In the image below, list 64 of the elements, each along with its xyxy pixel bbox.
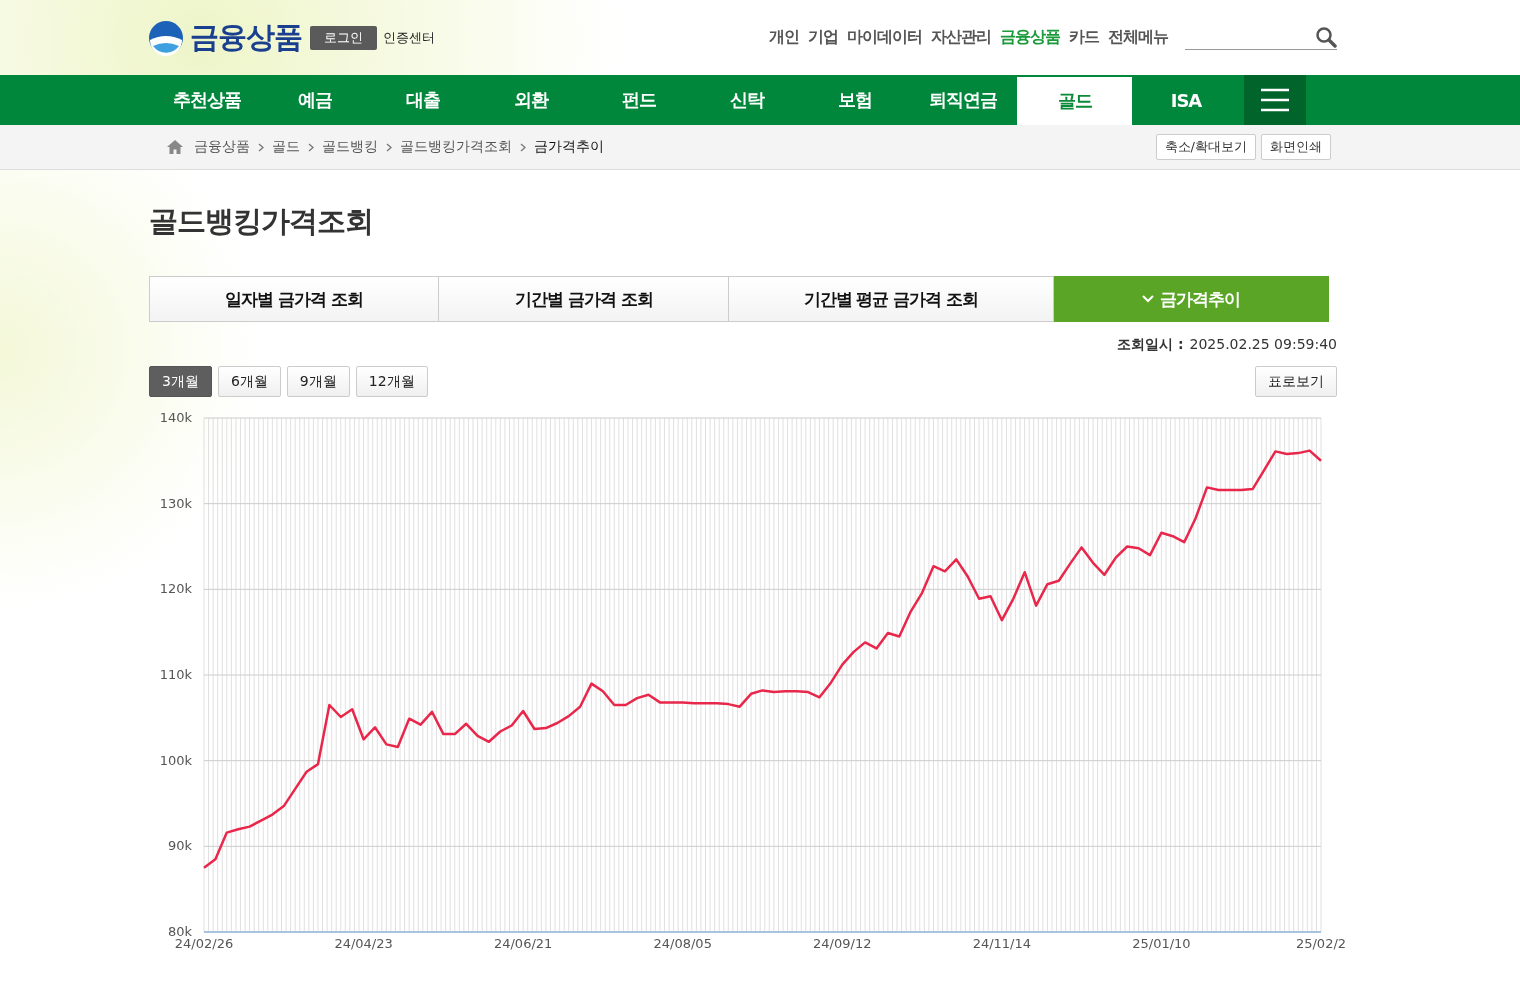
tool-button[interactable]: 화면인쇄 bbox=[1261, 134, 1331, 160]
nav-tab[interactable]: 신탁 bbox=[693, 75, 801, 125]
axis-label: 90k bbox=[167, 838, 192, 854]
top-menu-link[interactable]: 자산관리 bbox=[931, 27, 991, 48]
top-menu-link[interactable]: 전체메뉴 bbox=[1108, 27, 1168, 48]
axis-label: 25/02/2 bbox=[1295, 936, 1347, 951]
table-view-button[interactable]: 표로보기 bbox=[1255, 366, 1337, 397]
axis-label: 24/04/23 bbox=[334, 936, 393, 951]
axis-label: 24/08/05 bbox=[653, 936, 712, 951]
nav-tab[interactable]: ISA bbox=[1132, 75, 1240, 125]
nav-tab[interactable]: 골드 bbox=[1017, 77, 1132, 125]
search-icon[interactable] bbox=[1315, 26, 1337, 48]
axis-label: 25/01/10 bbox=[1132, 936, 1191, 951]
axis-label: 130k bbox=[159, 495, 192, 511]
top-menu-link[interactable]: 기업 bbox=[808, 27, 838, 48]
tab[interactable]: 기간별 평균 금가격 조회 bbox=[728, 276, 1054, 322]
nav-tab[interactable]: 추천상품 bbox=[153, 75, 261, 125]
chevron-down-icon bbox=[1141, 295, 1154, 303]
axis-label: 24/11/14 bbox=[972, 936, 1032, 951]
nav-tab[interactable]: 예금 bbox=[261, 75, 369, 125]
logo-text: 금융상품 bbox=[190, 18, 302, 56]
menu-icon[interactable] bbox=[1261, 88, 1289, 112]
axis-label: 24/09/12 bbox=[813, 936, 872, 951]
home-icon[interactable] bbox=[166, 139, 184, 155]
period-button[interactable]: 9개월 bbox=[286, 366, 350, 397]
login-button[interactable]: 로그인 bbox=[310, 25, 377, 50]
tab[interactable]: 일자별 금가격 조회 bbox=[149, 276, 440, 322]
breadcrumb-link[interactable]: 금융상품 bbox=[194, 138, 250, 156]
axis-label: 120k bbox=[159, 581, 192, 597]
nav-tab[interactable]: 보험 bbox=[801, 75, 909, 125]
axis-label: 24/06/21 bbox=[493, 936, 553, 951]
page-title: 골드뱅킹가격조회 bbox=[149, 203, 374, 240]
axis-label: 24/02/26 bbox=[174, 936, 234, 951]
nav-tab[interactable]: 대출 bbox=[369, 75, 477, 125]
tool-button[interactable]: 축소/확대보기 bbox=[1155, 134, 1256, 160]
top-menu-link[interactable]: 금융상품 bbox=[1000, 27, 1060, 48]
axis-label: 80k bbox=[167, 924, 192, 939]
query-time-value: 2025.02.25 09:59:40 bbox=[1189, 336, 1337, 354]
period-button[interactable]: 3개월 bbox=[149, 366, 212, 397]
nav-tab[interactable]: 펀드 bbox=[585, 75, 693, 125]
top-menu-link[interactable]: 카드 bbox=[1069, 27, 1099, 48]
top-menu-link[interactable]: 개인 bbox=[769, 27, 799, 48]
cert-center-link[interactable]: 인증센터 bbox=[383, 28, 435, 47]
query-time-label: 조회일시 : bbox=[1117, 336, 1184, 354]
breadcrumb-link[interactable]: 골드뱅킹가격조회 bbox=[400, 138, 512, 156]
chevron-icon bbox=[258, 142, 264, 152]
breadcrumb-link[interactable]: 골드 bbox=[272, 138, 300, 156]
search-field[interactable] bbox=[1185, 25, 1337, 50]
menu-button[interactable] bbox=[1244, 75, 1306, 125]
nav-tab[interactable]: 외환 bbox=[477, 75, 585, 125]
chevron-icon bbox=[520, 142, 526, 152]
axis-label: 100k bbox=[159, 752, 192, 768]
logo-icon bbox=[148, 19, 184, 56]
period-button[interactable]: 12개월 bbox=[355, 366, 428, 397]
top-menu-link[interactable]: 마이데이터 bbox=[847, 27, 922, 48]
breadcrumb-link[interactable]: 골드뱅킹 bbox=[322, 138, 378, 156]
breadcrumb-link[interactable]: 금가격추이 bbox=[534, 138, 604, 156]
chevron-icon bbox=[308, 142, 314, 152]
axis-label: 140k bbox=[159, 410, 192, 425]
nav-tab[interactable]: 퇴직연금 bbox=[909, 75, 1017, 125]
tab[interactable]: 기간별 금가격 조회 bbox=[439, 276, 729, 322]
period-button[interactable]: 6개월 bbox=[217, 366, 281, 397]
axis-label: 110k bbox=[159, 667, 192, 682]
chevron-icon bbox=[386, 142, 392, 152]
